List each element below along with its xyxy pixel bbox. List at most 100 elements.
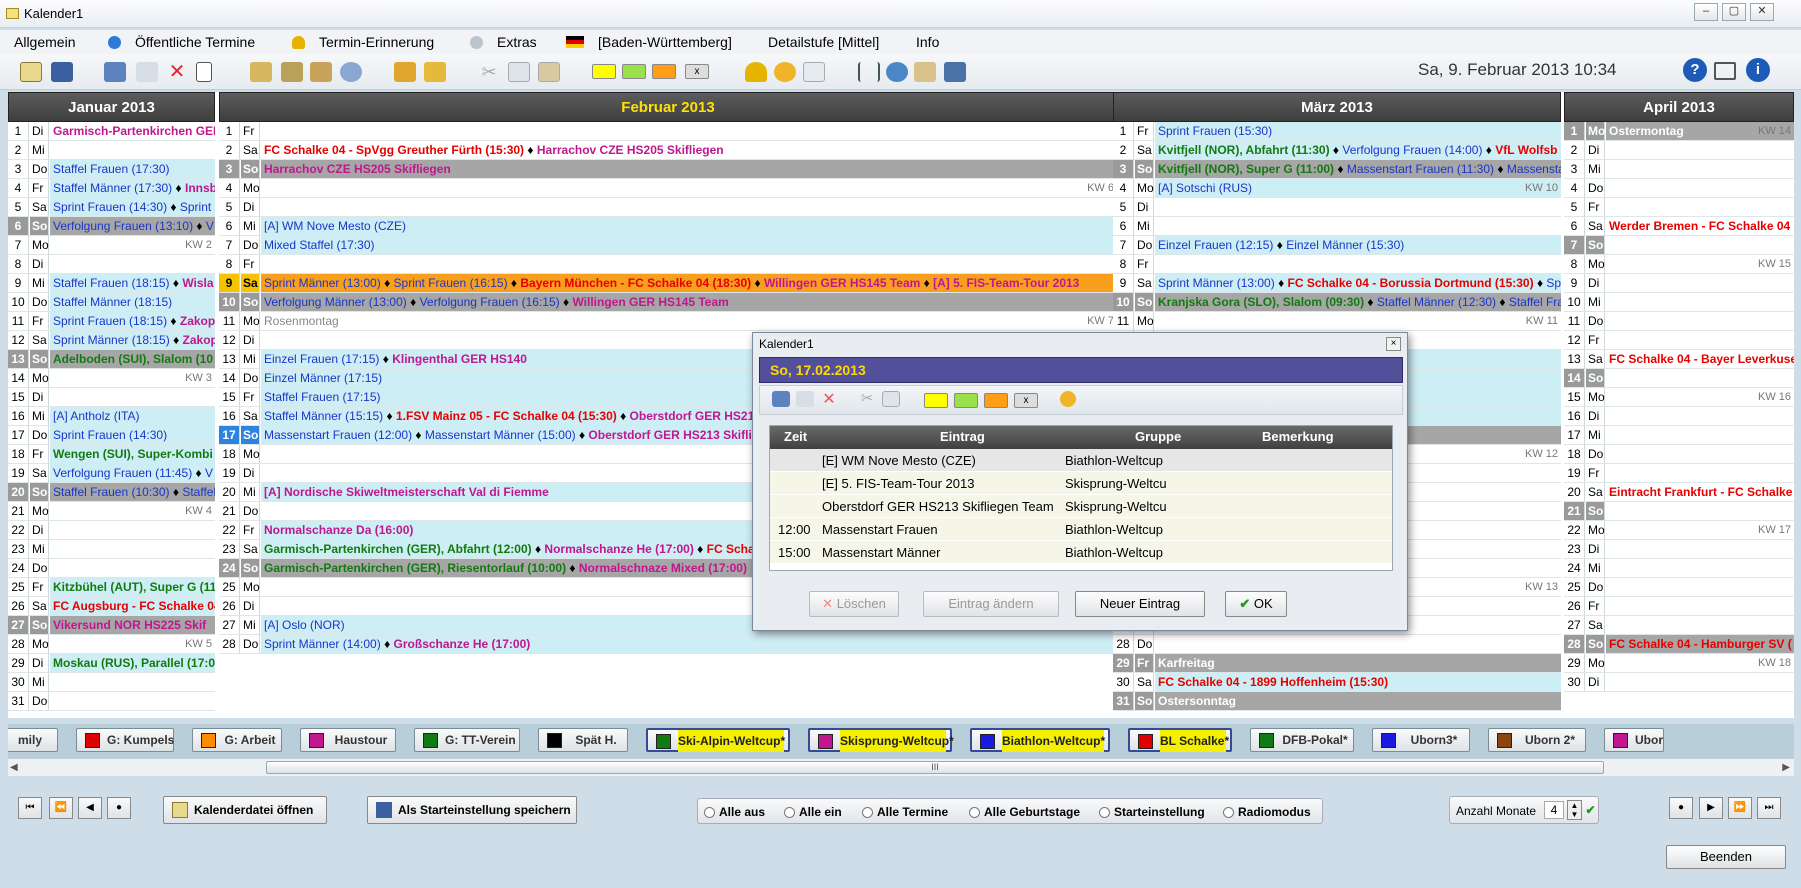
event-entry[interactable]: [A] WM Nove Mesto (CZE) bbox=[264, 219, 406, 233]
event-entry[interactable]: Spr bbox=[1546, 276, 1561, 290]
color-yellow-button[interactable] bbox=[592, 64, 616, 79]
new-entry-button[interactable]: Neuer Eintrag bbox=[1075, 591, 1205, 617]
day-events[interactable]: Sprint Frauen (18:15) ♦ Zakop bbox=[50, 312, 215, 330]
cut-icon[interactable]: ✂ bbox=[858, 389, 876, 407]
color-orange-button[interactable] bbox=[652, 64, 676, 79]
color-yellow-button[interactable] bbox=[924, 393, 948, 408]
day-events[interactable]: Vikersund NOR HS225 Skif bbox=[50, 616, 215, 634]
day-events[interactable]: Adelboden (SUI), Slalom (10 bbox=[50, 350, 215, 368]
day-events[interactable]: [A] Sotschi (RUS) bbox=[1155, 179, 1561, 197]
event-entry[interactable]: Kvitfjell (NOR), Abfahrt (11:30) bbox=[1158, 143, 1330, 157]
event-entry[interactable]: Ostersonntag bbox=[1158, 694, 1236, 708]
radio-alle-geburtstage[interactable]: Alle Geburtstage bbox=[969, 805, 1080, 819]
event-entry[interactable]: V bbox=[205, 466, 213, 480]
apply-check-icon[interactable]: ✔ bbox=[1583, 800, 1598, 820]
day-row[interactable]: 9 Di bbox=[1564, 274, 1794, 293]
event-entry[interactable]: Garmisch-Partenkirchen GER bbox=[53, 124, 215, 138]
day-events[interactable]: Kvitfjell (NOR), Super G (11:00) ♦ Masse… bbox=[1155, 160, 1561, 178]
category-button[interactable]: G: TT-Verein bbox=[414, 728, 520, 752]
day-events[interactable]: Staffel Männer (18:15) bbox=[50, 293, 215, 311]
day-row[interactable]: 7 Do Einzel Frauen (12:15) ♦ Einzel Männer… bbox=[1113, 236, 1561, 255]
ok-button[interactable]: ✔ OK bbox=[1225, 591, 1287, 617]
event-entry[interactable]: Moskau (RUS), Parallel (17:0 bbox=[53, 656, 215, 670]
menu-detailstufe[interactable]: Detailstufe [Mittel] bbox=[768, 34, 879, 50]
day-events[interactable]: Sprint Männer (14:00) ♦ Großschanze He (… bbox=[261, 635, 1117, 653]
event-entry[interactable]: Verfolgung Frauen (13:10) bbox=[53, 219, 193, 233]
event-entry[interactable]: Einzel Männer (15:30) bbox=[1286, 238, 1404, 252]
day-row[interactable]: 1 Di Garmisch-Partenkirchen GER bbox=[8, 122, 215, 141]
event-entry[interactable]: Staffel Männer (17:30) bbox=[53, 181, 172, 195]
day-events[interactable]: Ostersonntag bbox=[1155, 692, 1561, 710]
list-icon[interactable] bbox=[803, 62, 825, 82]
day-row[interactable]: 25 Do bbox=[1564, 578, 1794, 597]
event-entry[interactable]: Ostermontag bbox=[1609, 124, 1684, 138]
day-row[interactable]: 2 Sa FC Schalke 04 - SpVgg Greuther Fürth … bbox=[219, 141, 1117, 160]
calendar-view-icon[interactable] bbox=[20, 62, 42, 82]
new-page-icon[interactable] bbox=[196, 62, 212, 82]
category-button[interactable]: G: Arbeit bbox=[192, 728, 282, 752]
event-entry[interactable]: Staffel Männer (12:30) bbox=[1377, 295, 1496, 309]
day-events[interactable]: FC Schalke 04 - Hamburger SV ( bbox=[1606, 635, 1794, 653]
day-row[interactable]: 2 Sa Kvitfjell (NOR), Abfahrt (11:30) ♦ Ve… bbox=[1113, 141, 1561, 160]
event-entry[interactable]: Sprint Frauen (16:15) bbox=[394, 276, 508, 290]
day-row[interactable]: 7 Mo KW 2 bbox=[8, 236, 215, 255]
category-button[interactable]: Ski-Alpin-Weltcup* bbox=[646, 728, 790, 752]
day-events[interactable]: FC Schalke 04 - 1899 Hoffenheim (15:30) bbox=[1155, 673, 1561, 691]
day-events[interactable]: Eintracht Frankfurt - FC Schalke bbox=[1606, 483, 1794, 501]
import-icon[interactable] bbox=[394, 62, 416, 82]
event-entry[interactable]: Staffel Fra bbox=[1509, 295, 1561, 309]
edit-entry-button[interactable]: Eintrag ändern bbox=[923, 591, 1059, 617]
menu-info[interactable]: Info bbox=[916, 34, 939, 50]
event-entry[interactable]: Sprint Männer (14:00) bbox=[264, 637, 381, 651]
day-row[interactable]: 5 Di bbox=[219, 198, 1117, 217]
day-events[interactable]: Garmisch-Partenkirchen GER bbox=[50, 122, 215, 140]
day-events[interactable]: FC Schalke 04 - Bayer Leverkuse bbox=[1606, 350, 1794, 368]
day-row[interactable]: 4 Mo KW 6 bbox=[219, 179, 1117, 198]
event-entry[interactable]: Eintracht Frankfurt - FC Schalke bbox=[1609, 485, 1792, 499]
event-entry[interactable]: Großschanze He (17:00) bbox=[394, 637, 531, 651]
delete-button[interactable]: ✕ Löschen bbox=[809, 591, 899, 617]
day-events[interactable]: FC Augsburg - FC Schalke 04 bbox=[50, 597, 215, 615]
book-icon[interactable] bbox=[104, 62, 126, 82]
day-events[interactable]: Staffel Männer (17:30) ♦ Innsb bbox=[50, 179, 215, 197]
event-entry[interactable]: Mixed Staffel (17:30) bbox=[264, 238, 375, 252]
nav-next-page-button[interactable]: ⏩ bbox=[1728, 797, 1752, 819]
day-row[interactable]: 29 Mo KW 18 bbox=[1564, 654, 1794, 673]
menu-bundesland[interactable]: [Baden-Württemberg] bbox=[566, 34, 732, 50]
category-button[interactable]: Haustour bbox=[300, 728, 396, 752]
category-button[interactable]: BL Schalke* bbox=[1128, 728, 1232, 752]
day-events[interactable]: Sprint Männer (18:15) ♦ Zakop bbox=[50, 331, 215, 349]
event-entry[interactable]: VfL Wolfsb bbox=[1495, 143, 1557, 157]
col-bemerkung[interactable]: Bemerkung bbox=[1262, 429, 1334, 444]
day-row[interactable]: 31 Do bbox=[8, 692, 215, 711]
table-row[interactable]: [E] WM Nove Mesto (CZE) Biathlon-Weltcup bbox=[770, 449, 1392, 472]
radio-alle-ein[interactable]: Alle ein bbox=[784, 805, 842, 819]
delete-icon[interactable]: ✕ bbox=[820, 389, 838, 408]
event-entry[interactable]: Sprint Frauen (15:30) bbox=[1158, 124, 1272, 138]
day-row[interactable]: 10 Mi bbox=[1564, 293, 1794, 312]
day-row[interactable]: 22 Di bbox=[8, 521, 215, 540]
event-entry[interactable]: Staffel Männer (18:15) bbox=[53, 295, 172, 309]
nav-last-button[interactable]: ⏭ bbox=[1757, 797, 1781, 819]
event-entry[interactable]: Einzel Männer (17:15) bbox=[264, 371, 382, 385]
day-row[interactable]: 28 Do Sprint Männer (14:00) ♦ Großschanze … bbox=[219, 635, 1117, 654]
color-orange-button[interactable] bbox=[984, 393, 1008, 408]
day-events[interactable]: Verfolgung Frauen (11:45) ♦ V bbox=[50, 464, 215, 482]
day-row[interactable]: 28 Do bbox=[1113, 635, 1561, 654]
menu-extras[interactable]: Extras bbox=[470, 34, 537, 50]
day-row[interactable]: 27 So Vikersund NOR HS225 Skif bbox=[8, 616, 215, 635]
category-button[interactable]: Ubor bbox=[1604, 728, 1664, 752]
radio-radiomodus[interactable]: Radiomodus bbox=[1223, 805, 1311, 819]
day-events[interactable]: Sprint Frauen (14:30) ♦ Sprint bbox=[50, 198, 215, 216]
save-icon[interactable] bbox=[51, 62, 73, 82]
day-row[interactable]: 9 Sa Sprint Männer (13:00) ♦ FC Schalke 04… bbox=[1113, 274, 1561, 293]
refresh-icon[interactable] bbox=[886, 62, 908, 82]
day-row[interactable]: 3 So Kvitfjell (NOR), Super G (11:00) ♦ Ma… bbox=[1113, 160, 1561, 179]
alarm-clock-icon[interactable] bbox=[1060, 391, 1076, 407]
day-events[interactable]: Sprint Männer (13:00) ♦ Sprint Frauen (1… bbox=[261, 274, 1117, 292]
day-events[interactable]: Kitzbühel (AUT), Super G (11 bbox=[50, 578, 215, 596]
day-events[interactable]: Staffel Frauen (18:15) ♦ Wisla bbox=[50, 274, 215, 292]
horizontal-scrollbar[interactable]: ◀ III ▶ bbox=[8, 758, 1794, 776]
event-entry[interactable]: Normalschanze He (17:00) bbox=[544, 542, 693, 556]
day-row[interactable]: 25 Fr Kitzbühel (AUT), Super G (11 bbox=[8, 578, 215, 597]
